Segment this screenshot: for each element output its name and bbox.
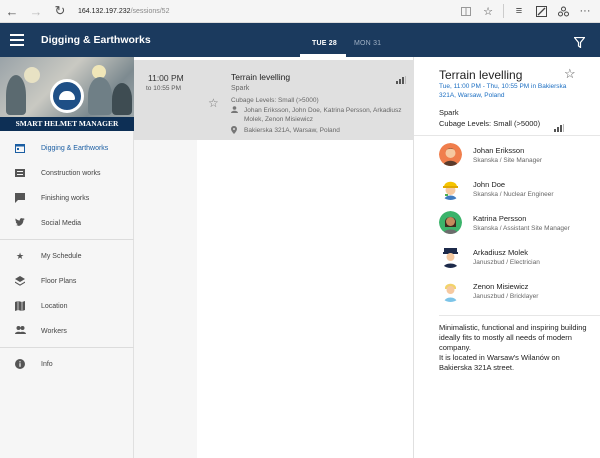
sidebar-divider [0,239,134,240]
sidebar-item-floor-plans[interactable]: Floor Plans [0,270,134,292]
speaker-role: Januszbud / Electrician [473,259,540,266]
sidebar-item-info[interactable]: Info [0,353,134,375]
url-host: 164.132.197.232 [78,7,131,15]
web-note-icon[interactable] [530,0,552,23]
url-path: /sessions/52 [130,7,170,15]
session-location: Bakierska 321A, Warsaw, Poland [244,127,340,134]
helmet-logo-icon [50,79,84,113]
avatar [439,143,462,166]
filter-icon[interactable] [573,35,586,53]
hub-icon[interactable]: ≡ [508,0,530,23]
sidebar-item-label: Floor Plans [41,277,77,285]
layers-icon [15,276,25,286]
session-list: 11:00 PM to 10:55 PM ☆ Terrain levelling… [134,57,413,458]
speaker-name: Katrina Persson [473,214,527,223]
sidebar-item-label: Location [41,302,68,310]
speaker-role: Skanska / Assistant Site Manager [473,225,570,232]
time-column [134,140,197,458]
session-end-time: to 10:55 PM [146,85,182,92]
description-text-2: It is located in Warsaw's Wilanów on Bak… [439,353,560,372]
sidebar-item-label: Social Media [41,219,82,227]
detail-divider [439,315,600,316]
reading-view-icon[interactable] [455,0,477,23]
back-icon[interactable]: ← [0,0,24,23]
app-logo: SMART HELMET MANAGER [0,57,134,131]
sidebar-item-digging[interactable]: Digging & Earthworks [0,137,134,159]
sidebar-item-label: Workers [41,327,67,335]
detail-cubage: Cubage Levels: Small (>5000) [439,119,541,128]
sidebar-item-social[interactable]: Social Media [0,212,134,234]
favorite-star-icon[interactable]: ☆ [564,66,576,82]
session-title: Terrain levelling [231,72,291,82]
session-track: Spark [231,85,250,92]
sidebar-item-construction[interactable]: Construction works [0,162,134,184]
signal-level-icon [396,71,406,89]
sidebar-item-label: Construction works [41,169,101,177]
tab-day-2[interactable]: MON 31 [354,40,381,47]
detail-divider [414,135,600,136]
twitter-icon [15,218,25,228]
speaker-name: Arkadiusz Molek [473,248,529,257]
speaker-item[interactable]: John Doe Skanska / Nuclear Engineer [439,177,599,207]
session-speakers: Johan Eriksson, John Doe, Katrina Persso… [244,107,402,123]
tab-day-1[interactable]: TUE 28 [312,40,337,47]
location-pin-icon [231,126,237,136]
browser-toolbar: ← → ↻ 164.132.197.232/sessions/52 ☆ ≡ ··… [0,0,600,23]
speaker-role: Januszbud / Bricklayer [473,293,539,300]
sidebar-item-workers[interactable]: Workers [0,320,134,342]
speaker-name: Zenon Misiewicz [473,282,529,291]
avatar [439,211,462,234]
avatar [439,279,462,302]
sidebar-item-label: Info [41,360,53,368]
session-card[interactable]: 11:00 PM to 10:55 PM ☆ Terrain levelling… [134,60,413,140]
list-icon [15,168,25,178]
speaker-item[interactable]: Zenon Misiewicz Januszbud / Bricklayer [439,279,599,309]
sidebar: SMART HELMET MANAGER Digging & Earthwork… [0,57,134,458]
session-description: Minimalistic, functional and inspiring b… [439,323,589,373]
map-icon [15,301,25,311]
favorite-star-icon[interactable]: ☆ [477,0,499,23]
detail-time: Tue, 11:00 PM - Thu, 10:55 PM in Bakiers… [439,83,567,99]
address-bar[interactable]: 164.132.197.232/sessions/52 [78,8,455,15]
speaker-name: Johan Eriksson [473,146,525,155]
star-icon: ★ [15,251,25,261]
speaker-name: John Doe [473,180,506,189]
page-title: Digging & Earthworks [41,34,151,46]
description-text: Minimalistic, functional and inspiring b… [439,323,587,352]
sidebar-item-finishing[interactable]: Finishing works [0,187,134,209]
refresh-icon[interactable]: ↻ [48,0,72,23]
app-header: Digging & Earthworks TUE 28 MON 31 [0,23,600,57]
more-icon[interactable]: ··· [574,0,596,23]
detail-title: Terrain levelling [439,68,523,82]
detail-track: Spark [439,108,459,117]
sidebar-item-location[interactable]: Location [0,295,134,317]
session-cubage: Cubage Levels: Small (>5000) [231,97,319,104]
speaker-item[interactable]: Arkadiusz Molek Januszbud / Electrician [439,245,599,275]
share-icon[interactable] [552,0,574,23]
sidebar-divider [0,347,134,348]
session-detail: Terrain levelling ☆ Tue, 11:00 PM - Thu,… [413,57,600,458]
favorite-star-icon[interactable]: ☆ [208,96,219,110]
calendar-icon [15,143,25,153]
speaker-role: Skanska / Nuclear Engineer [473,191,554,198]
forward-icon[interactable]: → [24,0,48,23]
speaker-item[interactable]: Johan Eriksson Skanska / Site Manager [439,143,599,173]
sidebar-item-label: Finishing works [41,194,90,202]
session-start-time: 11:00 PM [148,73,184,83]
sidebar-item-my-schedule[interactable]: ★ My Schedule [0,245,134,267]
person-icon [231,106,238,115]
speaker-role: Skanska / Site Manager [473,157,543,164]
menu-icon[interactable] [10,34,24,46]
sidebar-item-label: Digging & Earthworks [41,144,109,152]
avatar [439,177,462,200]
speaker-item[interactable]: Katrina Persson Skanska / Assistant Site… [439,211,599,241]
logo-text: SMART HELMET MANAGER [0,117,134,131]
avatar [439,245,462,268]
people-icon [15,326,26,336]
sidebar-item-label: My Schedule [41,252,82,260]
info-icon [15,359,25,369]
chat-icon [15,193,25,203]
